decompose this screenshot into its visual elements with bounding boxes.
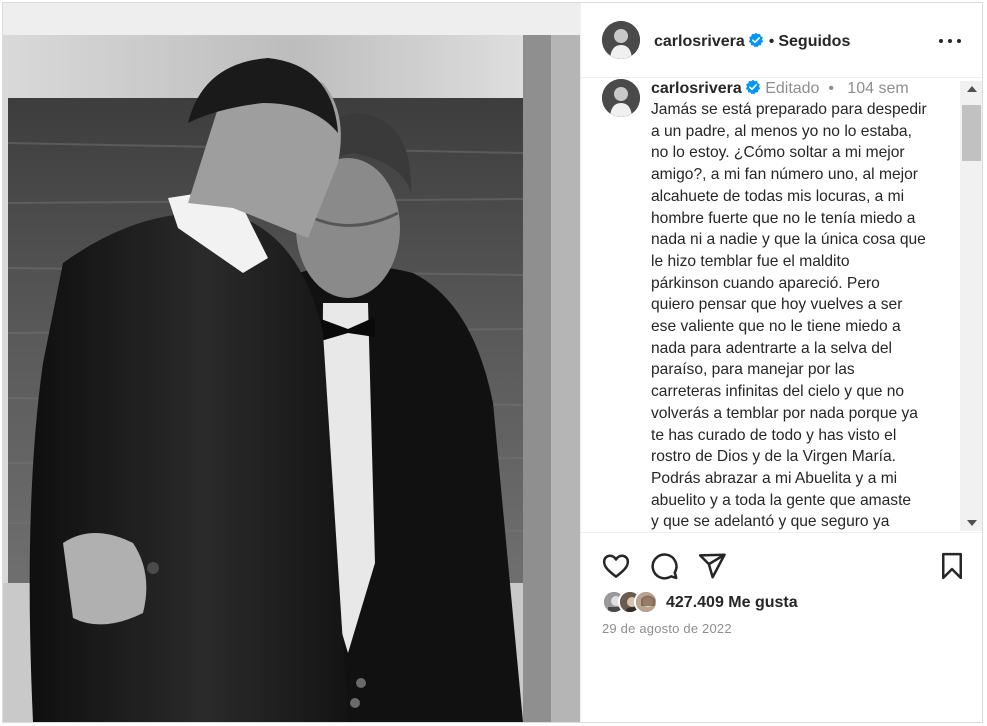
verified-badge-icon xyxy=(748,32,764,48)
caption-username-link[interactable]: carlosrivera xyxy=(651,80,742,97)
caption-scrollbar[interactable] xyxy=(960,81,982,531)
avatar[interactable] xyxy=(602,21,640,59)
paper-plane-icon[interactable] xyxy=(697,551,727,581)
post-modal: carlosrivera • Seguidos carlosrivera Edita… xyxy=(2,2,983,723)
separator-dot: • xyxy=(768,33,775,50)
verified-badge-icon xyxy=(745,79,761,95)
caption-header: carlosrivera Editado • 104 sem xyxy=(651,79,909,98)
username-link[interactable]: carlosrivera xyxy=(654,33,745,50)
more-options-icon[interactable] xyxy=(938,30,962,52)
scrollbar-thumb[interactable] xyxy=(962,105,981,161)
post-date[interactable]: 29 de agosto de 2022 xyxy=(602,621,732,636)
avatar-image xyxy=(602,79,640,117)
caption-avatar[interactable] xyxy=(602,79,640,117)
avatar-image xyxy=(602,21,640,59)
edited-label: Editado xyxy=(765,80,820,97)
post-header: carlosrivera • Seguidos xyxy=(581,3,982,78)
scroll-down-arrow-icon[interactable] xyxy=(960,515,982,531)
comment-icon[interactable] xyxy=(649,551,679,581)
bookmark-icon[interactable] xyxy=(937,551,967,581)
post-age[interactable]: 104 sem xyxy=(847,80,908,97)
header-user-line: carlosrivera • Seguidos xyxy=(654,32,850,51)
post-image xyxy=(3,3,580,722)
likes-number: 427.409 xyxy=(666,594,724,611)
likes-count[interactable]: 427.409 Me gusta xyxy=(666,594,798,612)
liker-avatar xyxy=(634,590,658,614)
following-button[interactable]: Seguidos xyxy=(778,33,850,50)
likes-label: Me gusta xyxy=(728,594,798,611)
scroll-up-arrow-icon[interactable] xyxy=(960,81,982,97)
post-details-panel: carlosrivera • Seguidos carlosrivera Edita… xyxy=(580,3,982,722)
caption-text: Jamás se está preparado para despedir a … xyxy=(651,101,927,531)
post-photo[interactable] xyxy=(3,3,580,722)
post-actions: 427.409 Me gusta 29 de agosto de 2022 xyxy=(581,532,982,722)
meta-separator xyxy=(819,80,828,97)
caption-scroll-area[interactable]: carlosrivera Editado • 104 sem Jamás se … xyxy=(581,78,982,531)
heart-icon[interactable] xyxy=(601,551,631,581)
